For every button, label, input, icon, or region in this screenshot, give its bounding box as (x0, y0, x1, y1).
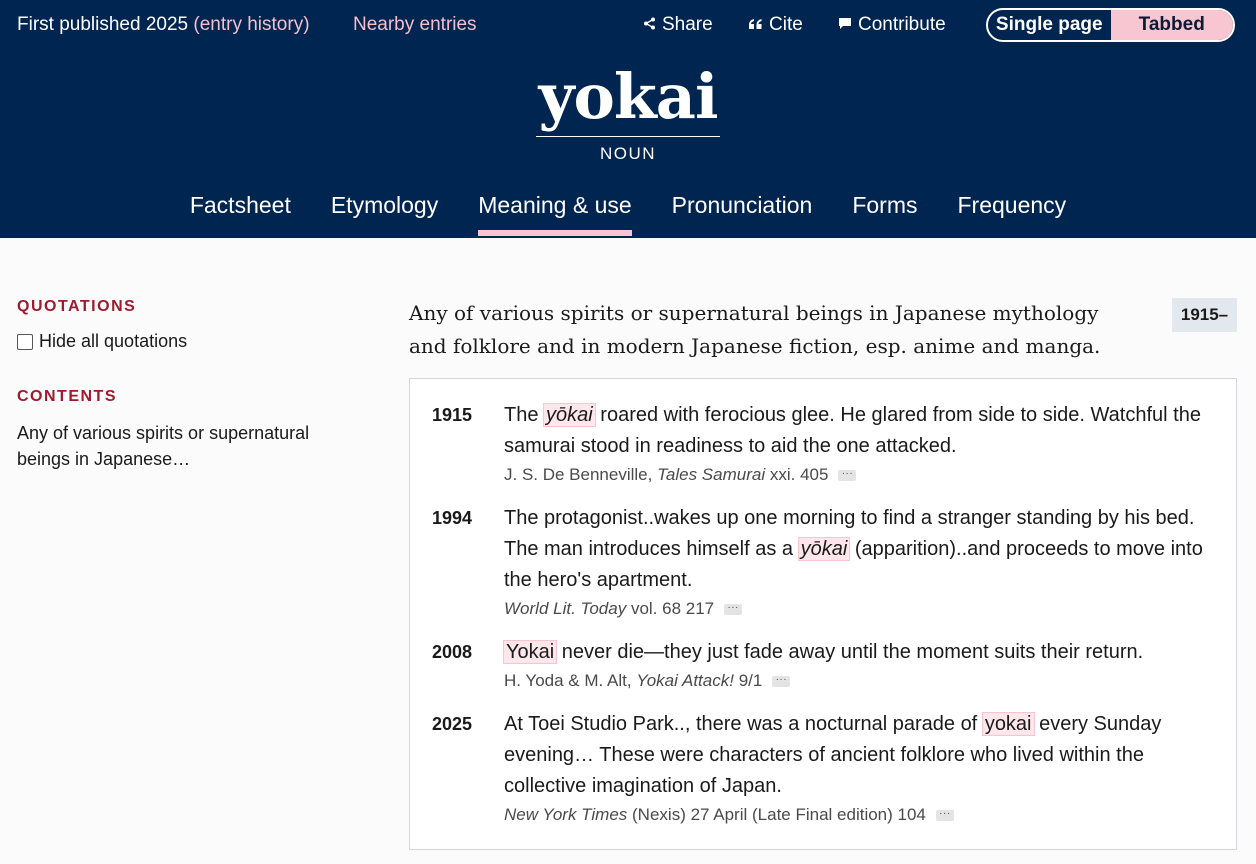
tab-etymology[interactable]: Etymology (331, 192, 438, 236)
quotation-source: New York Times (Nexis) 27 April (Late Fi… (504, 803, 1214, 827)
quotation-source: World Lit. Today vol. 68 217 ··· (504, 597, 1214, 621)
quotation-text-after: never die—they just fade away until the … (556, 641, 1144, 663)
highlighted-headword: Yokai (502, 640, 558, 664)
cite-button[interactable]: Cite (748, 14, 803, 36)
quotation-text: The protagonist..wakes up one morning to… (504, 503, 1214, 621)
published-text: First published 2025 (17, 14, 189, 35)
top-toolbar: First published 2025 (entry history) Nea… (0, 0, 1256, 52)
share-button[interactable]: Share (643, 14, 713, 36)
highlighted-headword: yōkai (543, 403, 596, 427)
quotation-year: 2025 (432, 714, 473, 734)
source-title: World Lit. Today (504, 599, 627, 618)
quotations-heading: QUOTATIONS (17, 298, 137, 315)
source-title: Tales Samurai (657, 465, 766, 484)
tab-frequency[interactable]: Frequency (957, 192, 1066, 236)
single-page-option[interactable]: Single page (988, 10, 1111, 40)
more-options-icon[interactable]: ··· (724, 603, 743, 616)
contents-heading: CONTENTS (17, 388, 117, 405)
source-reference: vol. 68 217 (626, 599, 715, 618)
source-reference: 9/1 (733, 671, 763, 690)
contribute-label: Contribute (858, 14, 946, 35)
publication-info: First published 2025 (entry history) (17, 14, 310, 36)
tabbed-option[interactable]: Tabbed (1110, 10, 1233, 40)
tab-pronunciation[interactable]: Pronunciation (672, 192, 813, 236)
tab-forms[interactable]: Forms (852, 192, 917, 236)
headword-container: yokai (0, 62, 1256, 137)
hide-quotations-toggle[interactable]: Hide all quotations (17, 331, 347, 352)
cite-label: Cite (769, 14, 803, 35)
view-toggle: Single page Tabbed (986, 8, 1235, 42)
source-author: H. Yoda & M. Alt, (504, 671, 637, 690)
contribute-button[interactable]: Contribute (838, 14, 946, 36)
highlighted-headword: yokai (981, 712, 1035, 736)
tab-factsheet[interactable]: Factsheet (190, 192, 291, 236)
quotation-year: 2008 (432, 642, 473, 662)
more-options-icon[interactable]: ··· (772, 675, 791, 688)
quotation-text: Yokai never die—they just fade away unti… (502, 637, 1214, 693)
headword: yokai (536, 62, 720, 137)
quotation-text-before: At Toei Studio Park.., there was a noctu… (504, 713, 983, 735)
quotations-box: 1915 The yōkai roared with ferocious glee… (409, 378, 1237, 850)
source-author: J. S. De Benneville, (504, 465, 658, 484)
entry-header: First published 2025 (entry history) Nea… (0, 0, 1256, 238)
quotation-source: J. S. De Benneville, Tales Samurai xxi. … (504, 463, 1214, 487)
share-icon (643, 17, 656, 33)
nearby-entries-link[interactable]: Nearby entries (353, 14, 477, 36)
quotation-text-before: The (504, 404, 545, 426)
quotation-text: The yōkai roared with ferocious glee. He… (504, 400, 1214, 487)
hide-quotations-label: Hide all quotations (39, 331, 188, 351)
sidebar: QUOTATIONS Hide all quotations CONTENTS … (17, 298, 347, 472)
quotation-year: 1994 (432, 508, 473, 528)
quotation-source: H. Yoda & M. Alt, Yokai Attack! 9/1 ··· (504, 669, 1214, 693)
quote-icon (748, 17, 763, 33)
source-reference: xxi. 405 (765, 465, 829, 484)
date-range-badge: 1915– (1172, 298, 1237, 332)
definition-text: Any of various spirits or supernatural b… (409, 301, 1101, 358)
quotation-text: At Toei Studio Park.., there was a noctu… (504, 709, 1214, 827)
source-reference: (Nexis) 27 April (Late Final edition) 10… (627, 805, 926, 824)
source-title: Yokai Attack! (636, 671, 734, 690)
section-tabs: Factsheet Etymology Meaning & use Pronuncia… (0, 192, 1256, 236)
highlighted-headword: yōkai (797, 537, 851, 561)
part-of-speech: NOUN (599, 144, 657, 163)
quotation-year: 1915 (432, 405, 473, 425)
share-label: Share (662, 14, 713, 35)
tab-meaning-use[interactable]: Meaning & use (478, 192, 633, 236)
contents-link[interactable]: Any of various spirits or supernatural b… (17, 420, 327, 472)
quotation-text-after: roared with ferocious glee. He glared fr… (504, 404, 1201, 457)
entry-history-link[interactable]: (entry history) (193, 14, 309, 35)
more-options-icon[interactable]: ··· (838, 469, 857, 482)
hide-quotations-checkbox[interactable] (17, 333, 33, 350)
more-options-icon[interactable]: ··· (935, 809, 954, 822)
source-title: New York Times (504, 805, 628, 824)
speech-bubble-icon (838, 17, 852, 33)
